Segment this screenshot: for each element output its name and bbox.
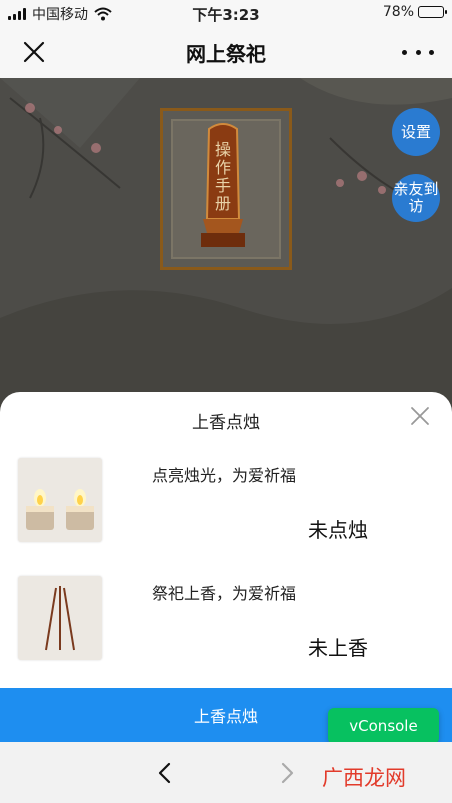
visit-button[interactable]: 亲友到访 xyxy=(392,174,440,222)
item-label: 祭祀上香，为爱祈福 xyxy=(152,584,297,603)
settings-button[interactable]: 设置 xyxy=(392,108,440,156)
browser-nav-bar: 广西龙网 xyxy=(0,742,452,803)
memorial-scene: 操作手册 设置 亲友到访 xyxy=(0,78,452,418)
incense-candle-sheet: 上香点烛 点亮烛光，为爱祈福 未点烛 祭祀上香，为爱祈福 未上香 xyxy=(0,392,452,688)
title-bar: 网上祭祀 xyxy=(0,26,452,78)
close-icon[interactable] xyxy=(410,406,430,426)
item-status: 未上香 xyxy=(308,636,368,660)
status-right: 78% xyxy=(382,4,447,20)
status-bar: 中国移动 下午3:23 78% xyxy=(0,0,452,26)
page-title: 网上祭祀 xyxy=(186,42,266,66)
battery-icon xyxy=(418,6,447,18)
manual-label[interactable]: 操作手册 xyxy=(213,141,233,213)
item-status: 未点烛 xyxy=(308,518,368,542)
incense-icon xyxy=(18,576,102,660)
list-item-candles[interactable]: 点亮烛光，为爱祈福 未点烛 xyxy=(0,458,452,548)
vconsole-button[interactable]: vConsole xyxy=(328,708,439,744)
more-dots-icon[interactable] xyxy=(402,40,434,64)
battery-percent: 78% xyxy=(382,4,414,20)
sheet-title: 上香点烛 xyxy=(192,413,260,433)
forward-arrow-icon[interactable] xyxy=(278,762,296,784)
watermark-logo: 广西龙网 xyxy=(322,766,406,790)
back-arrow-icon[interactable] xyxy=(156,762,174,784)
shrine-frame[interactable]: 操作手册 xyxy=(160,108,292,270)
list-item-incense[interactable]: 祭祀上香，为爱祈福 未上香 xyxy=(0,576,452,666)
candles-icon xyxy=(18,458,102,542)
item-label: 点亮烛光，为爱祈福 xyxy=(152,466,297,485)
